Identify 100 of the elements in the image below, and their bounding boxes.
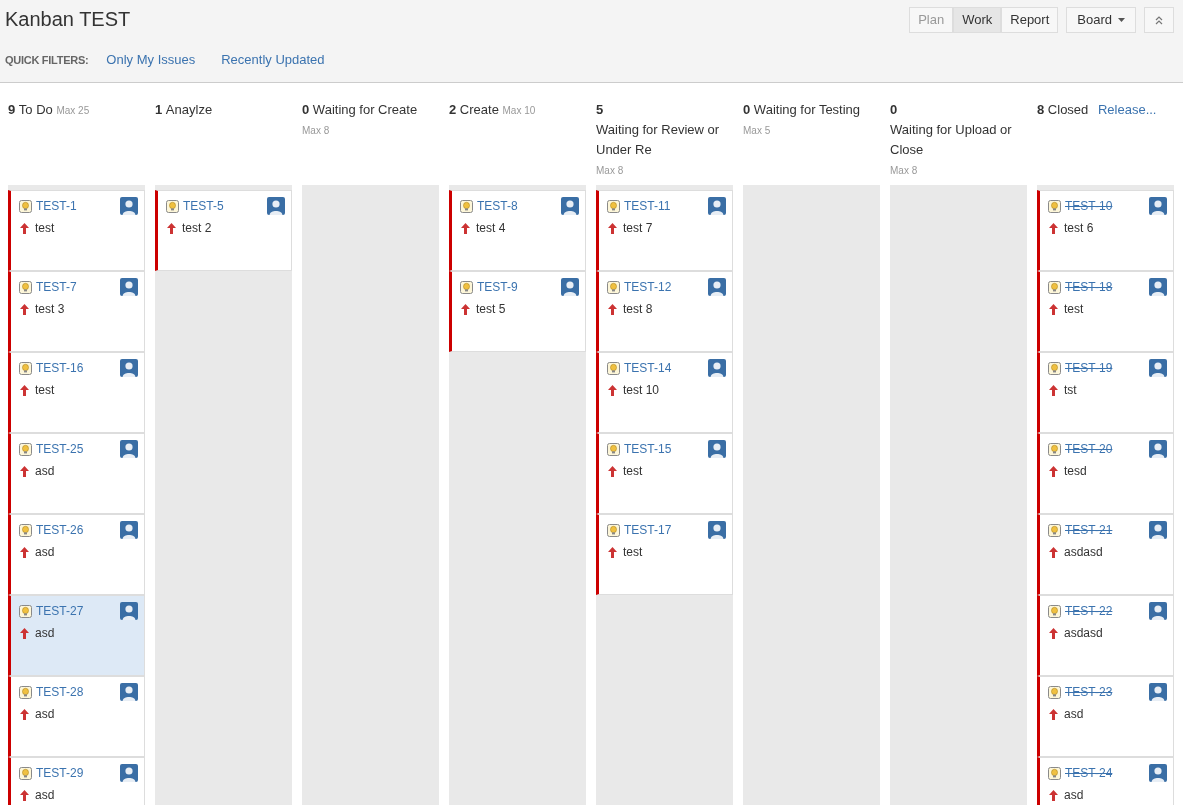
issue-card[interactable]: TEST-19 tst	[1037, 352, 1174, 433]
issue-key-link[interactable]: TEST-5	[183, 197, 224, 215]
column-limit: Max 25	[56, 105, 90, 116]
lightbulb-icon	[19, 604, 32, 618]
issue-key-link[interactable]: TEST-25	[36, 440, 84, 458]
issue-summary: asd	[35, 544, 55, 561]
arrow-up-icon	[20, 222, 29, 234]
lightbulb-icon	[19, 199, 32, 213]
issue-key-link[interactable]: TEST-29	[36, 764, 84, 782]
issue-key-link[interactable]: TEST-7	[36, 278, 77, 296]
issue-key-link[interactable]: TEST-28	[36, 683, 84, 701]
issue-key-link[interactable]: TEST-9	[477, 278, 518, 296]
issue-card[interactable]: TEST-25 asd	[8, 433, 145, 514]
arrow-up-icon	[1049, 708, 1058, 720]
lightbulb-icon	[460, 280, 473, 294]
arrow-up-icon	[461, 222, 470, 234]
caret-icon	[1118, 18, 1125, 22]
issue-key-link[interactable]: TEST-24	[1065, 764, 1113, 782]
arrow-up-icon	[608, 546, 617, 558]
issue-key-link[interactable]: TEST-16	[36, 359, 84, 377]
issue-key-link[interactable]: TEST-10	[1065, 197, 1113, 215]
arrow-up-icon	[608, 222, 617, 234]
avatar-icon	[1149, 602, 1167, 620]
issue-summary: tst	[1064, 382, 1077, 399]
release-link[interactable]: Release...	[1097, 102, 1157, 117]
issue-card[interactable]: TEST-21 asdasd	[1037, 514, 1174, 595]
issue-key-link[interactable]: TEST-23	[1065, 683, 1113, 701]
issue-key-link[interactable]: TEST-18	[1065, 278, 1113, 296]
column-count: 1	[155, 102, 163, 117]
column-limit: Max 8	[890, 165, 918, 176]
issue-card[interactable]: TEST-29 asd	[8, 757, 145, 805]
issue-summary: test 8	[623, 301, 653, 318]
avatar-icon	[561, 197, 579, 215]
column-limit: Max 8	[596, 165, 624, 176]
issue-key-link[interactable]: TEST-8	[477, 197, 518, 215]
board-menu-button[interactable]: Board	[1066, 7, 1136, 33]
issue-card[interactable]: TEST-17 test	[596, 514, 733, 595]
issue-key-link[interactable]: TEST-21	[1065, 521, 1113, 539]
lightbulb-icon	[1048, 280, 1061, 294]
lightbulb-icon	[19, 442, 32, 456]
arrow-up-icon	[1049, 222, 1058, 234]
issue-key-link[interactable]: TEST-14	[624, 359, 672, 377]
issue-summary: asdasd	[1064, 625, 1103, 642]
issue-card[interactable]: TEST-23 asd	[1037, 676, 1174, 757]
issue-card[interactable]: TEST-8 test 4	[449, 190, 586, 271]
arrow-up-icon	[608, 465, 617, 477]
avatar-icon	[120, 440, 138, 458]
issue-key-link[interactable]: TEST-1	[36, 197, 77, 215]
issue-summary: asd	[1064, 787, 1084, 804]
lightbulb-icon	[19, 361, 32, 375]
view-button[interactable]: Work	[953, 7, 1002, 33]
issue-card[interactable]: TEST-1 test	[8, 190, 145, 271]
issue-card[interactable]: TEST-26 asd	[8, 514, 145, 595]
quick-filter-link[interactable]: Recently Updated	[221, 50, 325, 70]
issue-summary: test 10	[623, 382, 660, 399]
issue-card[interactable]: TEST-15 test	[596, 433, 733, 514]
issue-card[interactable]: TEST-9 test 5	[449, 271, 586, 352]
issue-summary: test 6	[1064, 220, 1094, 237]
issue-summary: test	[35, 382, 55, 399]
issue-card[interactable]: TEST-12 test 8	[596, 271, 733, 352]
issue-card[interactable]: TEST-22 asdasd	[1037, 595, 1174, 676]
column-name: Waiting for Review or Under Re	[596, 121, 721, 159]
avatar-icon	[1149, 683, 1167, 701]
lightbulb-icon	[19, 523, 32, 537]
issue-card[interactable]: TEST-14 test 10	[596, 352, 733, 433]
lightbulb-icon	[460, 199, 473, 213]
lightbulb-icon	[1048, 766, 1061, 780]
issue-card[interactable]: TEST-28 asd	[8, 676, 145, 757]
issue-key-link[interactable]: TEST-22	[1065, 602, 1113, 620]
issue-card[interactable]: TEST-7 test 3	[8, 271, 145, 352]
issue-key-link[interactable]: TEST-12	[624, 278, 672, 296]
column-count: 9	[8, 102, 16, 117]
issue-key-link[interactable]: TEST-17	[624, 521, 672, 539]
lightbulb-icon	[1048, 604, 1061, 618]
issue-key-link[interactable]: TEST-27	[36, 602, 84, 620]
avatar-icon	[120, 602, 138, 620]
issue-card[interactable]: TEST-10 test 6	[1037, 190, 1174, 271]
avatar-icon	[120, 278, 138, 296]
issue-card[interactable]: TEST-5 test 2	[155, 190, 292, 271]
issue-card[interactable]: TEST-11 test 7	[596, 190, 733, 271]
issue-key-link[interactable]: TEST-15	[624, 440, 672, 458]
quick-filter-link[interactable]: Only My Issues	[106, 50, 196, 70]
arrow-up-icon	[1049, 789, 1058, 801]
issue-card[interactable]: TEST-18 test	[1037, 271, 1174, 352]
arrow-up-icon	[608, 384, 617, 396]
issue-card[interactable]: TEST-20 tesd	[1037, 433, 1174, 514]
issue-summary: asd	[35, 463, 55, 480]
avatar-icon	[1149, 197, 1167, 215]
issue-card[interactable]: TEST-27 asd	[8, 595, 145, 676]
issue-key-link[interactable]: TEST-26	[36, 521, 84, 539]
issue-key-link[interactable]: TEST-11	[624, 197, 671, 215]
lightbulb-icon	[1048, 442, 1061, 456]
issue-key-link[interactable]: TEST-19	[1065, 359, 1113, 377]
avatar-icon	[1149, 764, 1167, 782]
issue-card[interactable]: TEST-24 asd	[1037, 757, 1174, 805]
view-button[interactable]: Report	[1001, 7, 1059, 33]
issue-card[interactable]: TEST-16 test	[8, 352, 145, 433]
issue-key-link[interactable]: TEST-20	[1065, 440, 1113, 458]
collapse-button[interactable]	[1144, 7, 1174, 33]
issue-summary: asdasd	[1064, 544, 1103, 561]
